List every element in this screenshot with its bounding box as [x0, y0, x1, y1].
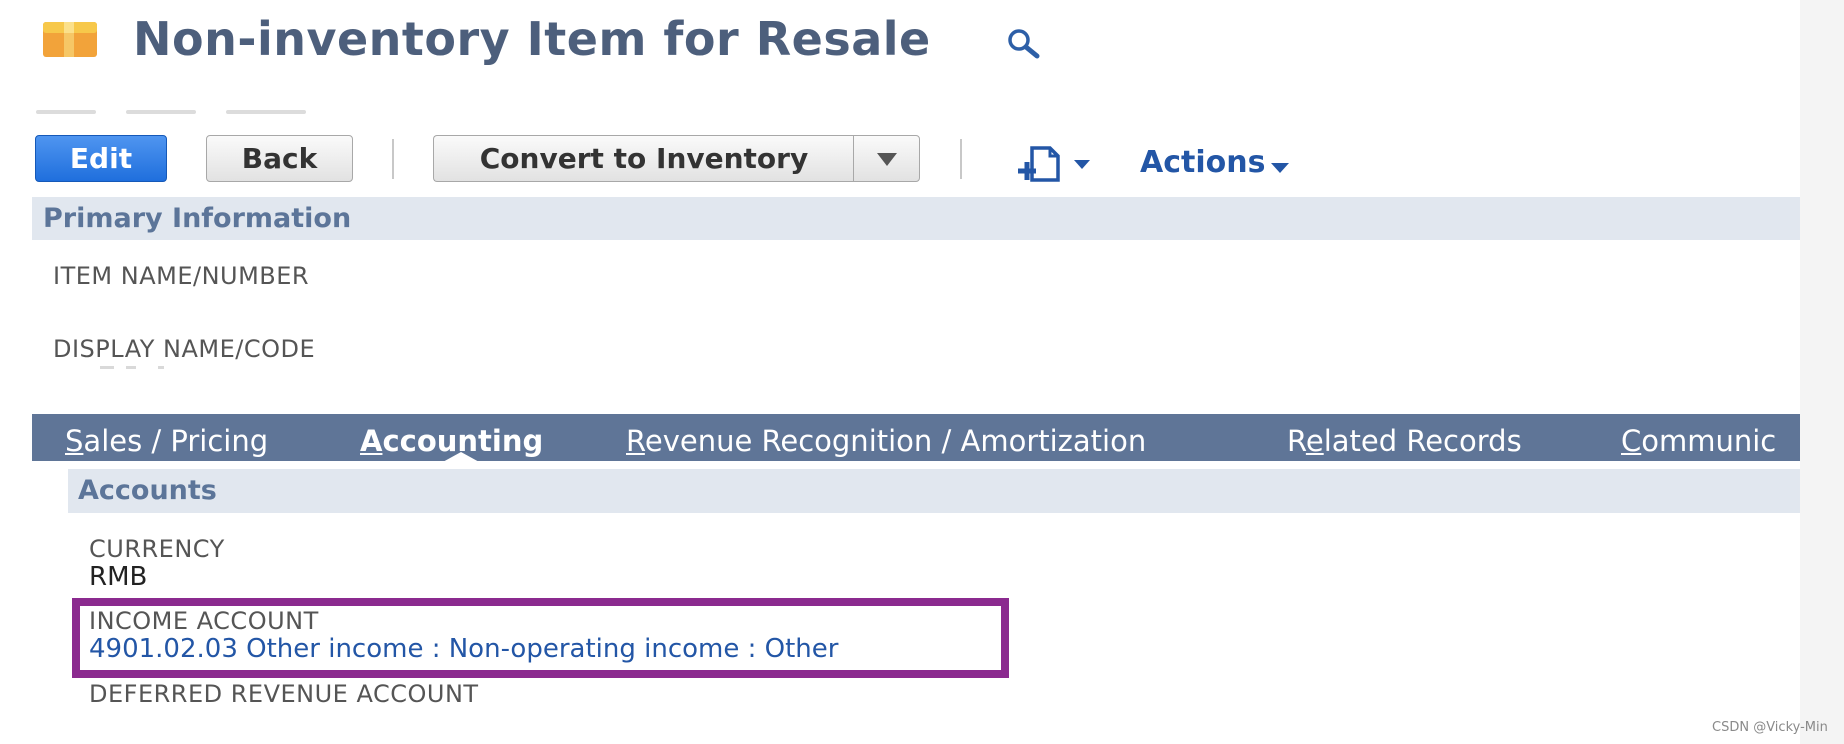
section-title: Primary Information	[43, 203, 352, 234]
tab-revenue-recognition[interactable]: Revenue Recognition / Amortization	[626, 424, 1146, 458]
actions-label: Actions	[1140, 145, 1266, 180]
watermark: CSDN @Vicky-Min	[1712, 720, 1828, 735]
section-title: Accounts	[78, 475, 217, 506]
item-name-label: ITEM NAME/NUMBER	[53, 262, 310, 290]
display-name-label: DISPLAY NAME/CODE	[53, 335, 316, 363]
new-record-icon	[1018, 146, 1090, 182]
toolbar-divider	[960, 139, 962, 179]
convert-to-inventory-button[interactable]: Convert to Inventory	[433, 135, 854, 182]
back-button[interactable]: Back	[206, 135, 353, 182]
active-tab-indicator	[441, 452, 481, 463]
tab-related-records[interactable]: Related Records	[1287, 424, 1522, 458]
edit-button[interactable]: Edit	[35, 135, 167, 182]
record-page: Non-inventory Item for Resale Edit Back …	[0, 0, 1800, 744]
convert-menu-button[interactable]	[853, 135, 920, 182]
page-title: Non-inventory Item for Resale	[133, 12, 931, 66]
page-gutter	[1800, 0, 1844, 744]
tab-sales-pricing[interactable]: Sales / Pricing	[65, 424, 268, 458]
currency-label: CURRENCY	[89, 535, 225, 563]
toolbar-divider	[392, 139, 394, 179]
display-name-value-placeholder	[100, 366, 180, 370]
tab-communication[interactable]: Communic	[1621, 424, 1776, 458]
highlight-annotation-box	[72, 598, 1009, 678]
search-icon[interactable]	[1005, 27, 1045, 59]
chevron-down-icon	[877, 153, 897, 166]
primary-information-section[interactable]: Primary Information	[32, 197, 1800, 240]
subtab-bar: Sales / Pricing Accounting Revenue Recog…	[32, 414, 1800, 461]
new-record-menu[interactable]	[1016, 146, 1106, 182]
actions-menu[interactable]: Actions	[1140, 145, 1290, 185]
deferred-revenue-account-label: DEFERRED REVENUE ACCOUNT	[89, 680, 479, 708]
chevron-down-icon	[1271, 162, 1290, 173]
record-id-placeholder	[36, 110, 306, 116]
package-icon	[42, 20, 98, 58]
currency-value: RMB	[89, 562, 148, 592]
accounts-section[interactable]: Accounts	[68, 469, 1800, 513]
